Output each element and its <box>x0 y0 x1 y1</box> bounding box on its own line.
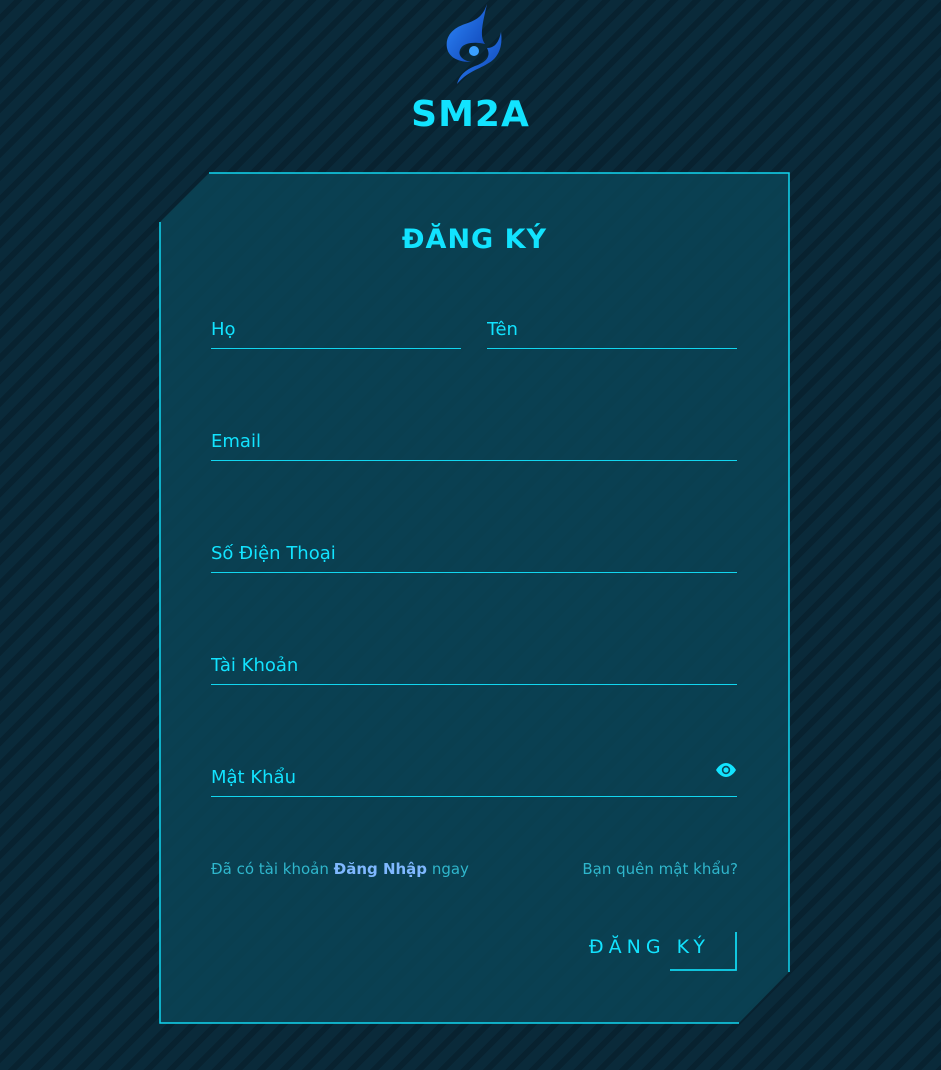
first-name-input[interactable] <box>487 316 737 342</box>
username-field <box>211 646 737 685</box>
login-prompt-after: ngay <box>427 860 469 878</box>
eye-icon[interactable] <box>715 762 737 778</box>
last-name-input[interactable] <box>211 316 461 342</box>
email-field <box>211 422 737 461</box>
first-name-field <box>487 310 737 349</box>
phone-input[interactable] <box>211 540 737 566</box>
form-title: ĐĂNG KÝ <box>401 224 548 255</box>
last-name-field <box>211 310 461 349</box>
brand-logo <box>446 4 502 84</box>
phone-field <box>211 534 737 573</box>
card-frame <box>159 172 790 1024</box>
button-corner <box>670 932 737 971</box>
brand-name: SM2A <box>411 94 530 135</box>
register-card: ĐĂNG KÝ Đã có tài khoản Đăng Nhập ngay B… <box>159 172 790 1024</box>
password-field <box>211 758 737 797</box>
password-input[interactable] <box>211 764 691 790</box>
login-link[interactable]: Đăng Nhập <box>334 860 427 878</box>
username-input[interactable] <box>211 652 737 678</box>
email-input[interactable] <box>211 428 737 454</box>
forgot-password-link[interactable]: Bạn quên mật khẩu? <box>582 860 738 878</box>
register-button[interactable]: ĐĂNG KÝ <box>579 926 738 972</box>
login-prompt-before: Đã có tài khoản <box>211 860 334 878</box>
login-prompt: Đã có tài khoản Đăng Nhập ngay <box>211 860 469 878</box>
